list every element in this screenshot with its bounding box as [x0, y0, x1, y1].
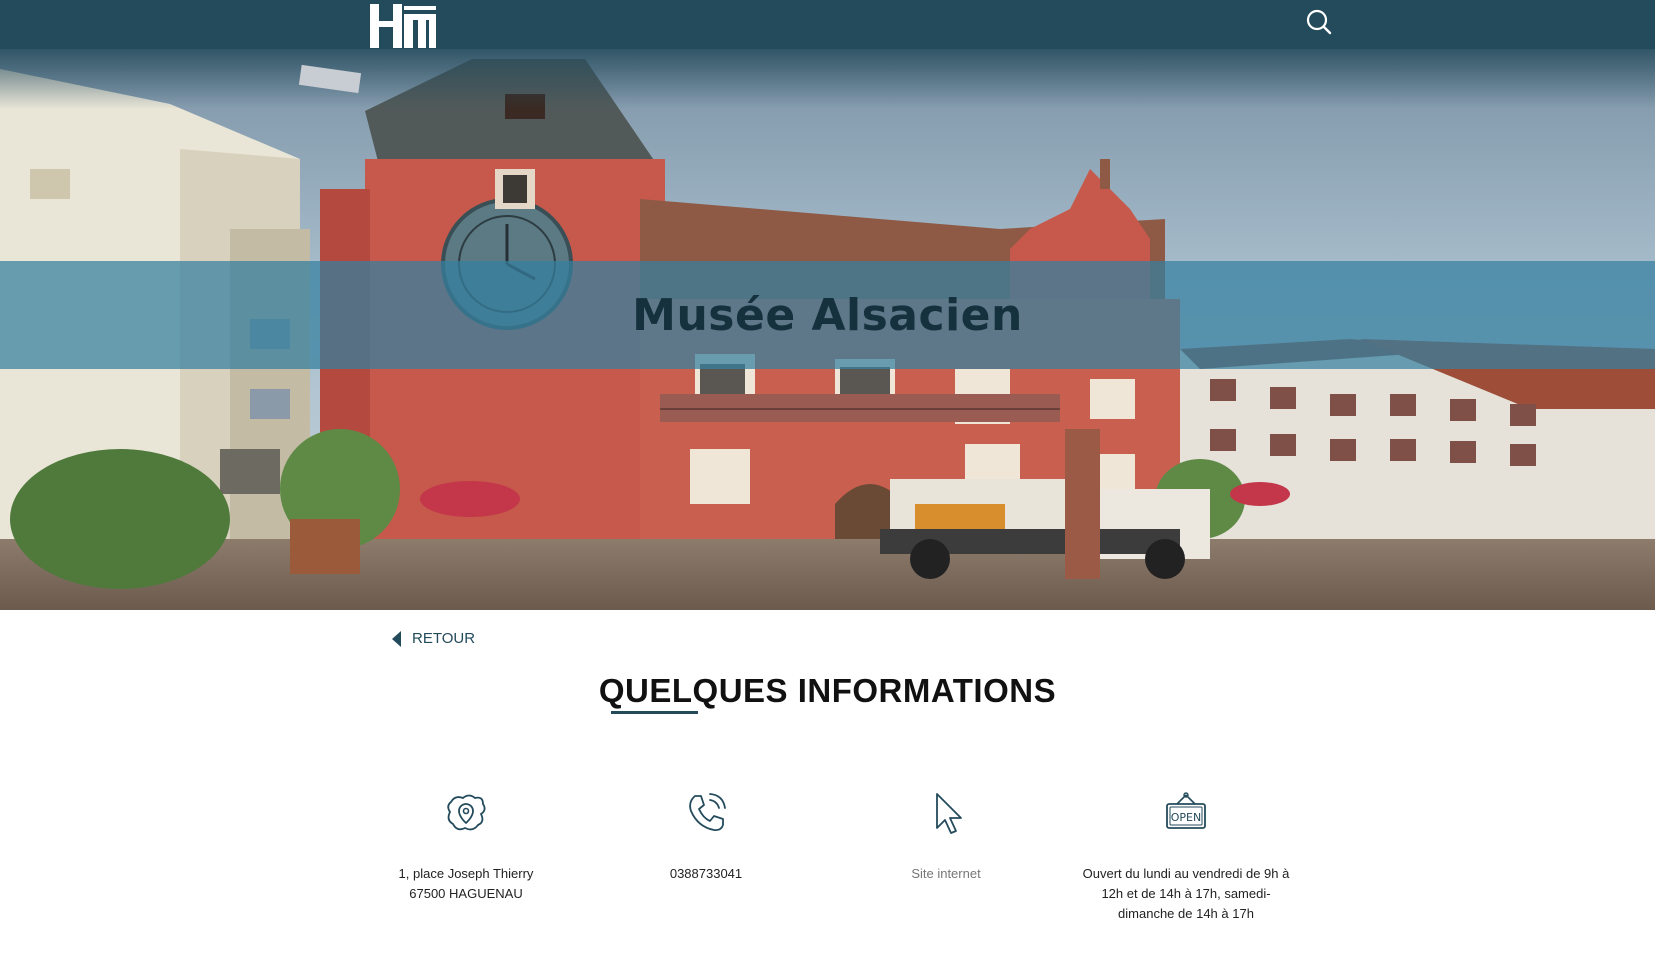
- hours-line-3: dimanche de 14h à 17h: [1118, 906, 1254, 921]
- website-link[interactable]: Site internet: [911, 866, 980, 881]
- section-title: QUELQUES INFORMATIONS: [598, 672, 1057, 709]
- page-title: Musée Alsacien: [632, 289, 1023, 341]
- hero-banner: Musée Alsacien: [0, 49, 1655, 610]
- back-label: RETOUR: [412, 630, 476, 647]
- open-sign-text: OPEN: [1171, 811, 1201, 824]
- search-icon[interactable]: [1305, 8, 1333, 36]
- section-title-underline: [611, 711, 698, 714]
- chevron-left-icon: [392, 630, 401, 647]
- address-line-1: 1, place Joseph Thierry: [398, 866, 534, 881]
- info-website: Site internet: [826, 790, 1066, 884]
- open-sign-icon: OPEN: [1166, 792, 1206, 829]
- cursor-icon: [936, 793, 962, 834]
- hero-title-band: Musée Alsacien: [0, 261, 1655, 369]
- back-link[interactable]: RETOUR: [392, 630, 475, 647]
- info-address: 1, place Joseph Thierry 67500 HAGUENAU: [346, 790, 586, 904]
- hours-line-1: Ouvert du lundi au vendredi de 9h à: [1082, 866, 1290, 881]
- info-phone: 0388733041: [586, 790, 826, 884]
- phone-number[interactable]: 0388733041: [586, 864, 826, 884]
- hours-line-2: 12h et de 14h à 17h, samedi-: [1101, 886, 1271, 901]
- info-hours: OPEN Ouvert du lundi au vendredi de 9h à…: [1066, 790, 1306, 924]
- hm-logo-icon[interactable]: [370, 4, 436, 48]
- phone-icon: [689, 793, 726, 832]
- map-pin-icon: [447, 794, 486, 831]
- top-navbar: [0, 0, 1655, 49]
- address-line-2: 67500 HAGUENAU: [409, 886, 523, 901]
